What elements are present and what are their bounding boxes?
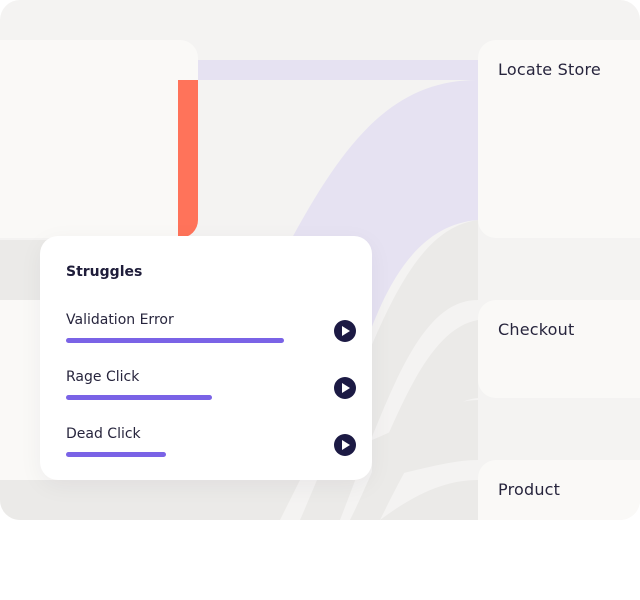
struggle-label: Validation Error bbox=[66, 312, 174, 328]
node-label-product: Product bbox=[498, 480, 561, 499]
struggle-bar-track bbox=[66, 395, 284, 400]
flow-path-grey-6 bbox=[0, 480, 300, 520]
struggles-title: Struggles bbox=[66, 264, 143, 280]
struggle-bar bbox=[66, 395, 213, 400]
struggle-row-rage-click[interactable]: Rage Click bbox=[66, 369, 356, 409]
flow-path-highlight-top bbox=[198, 60, 478, 80]
play-icon[interactable] bbox=[334, 377, 356, 399]
node-product[interactable]: Product bbox=[478, 460, 640, 520]
source-node-highlight-bar bbox=[178, 80, 198, 238]
source-node[interactable] bbox=[0, 40, 198, 238]
struggle-bar-track bbox=[66, 338, 284, 343]
struggle-row-validation-error[interactable]: Validation Error bbox=[66, 312, 356, 352]
play-icon[interactable] bbox=[334, 320, 356, 342]
struggle-bar bbox=[66, 452, 167, 457]
play-icon[interactable] bbox=[334, 434, 356, 456]
struggle-label: Dead Click bbox=[66, 426, 141, 442]
struggle-bar bbox=[66, 338, 284, 343]
node-locate-store[interactable]: Locate Store bbox=[478, 40, 640, 238]
node-label-locate-store: Locate Store bbox=[498, 60, 601, 79]
struggle-label: Rage Click bbox=[66, 369, 140, 385]
struggles-card: Struggles Validation Error Rage Click De… bbox=[40, 236, 372, 480]
struggle-bar-track bbox=[66, 452, 284, 457]
struggle-row-dead-click[interactable]: Dead Click bbox=[66, 426, 356, 466]
node-checkout[interactable]: Checkout bbox=[478, 300, 640, 398]
node-label-checkout: Checkout bbox=[498, 320, 575, 339]
